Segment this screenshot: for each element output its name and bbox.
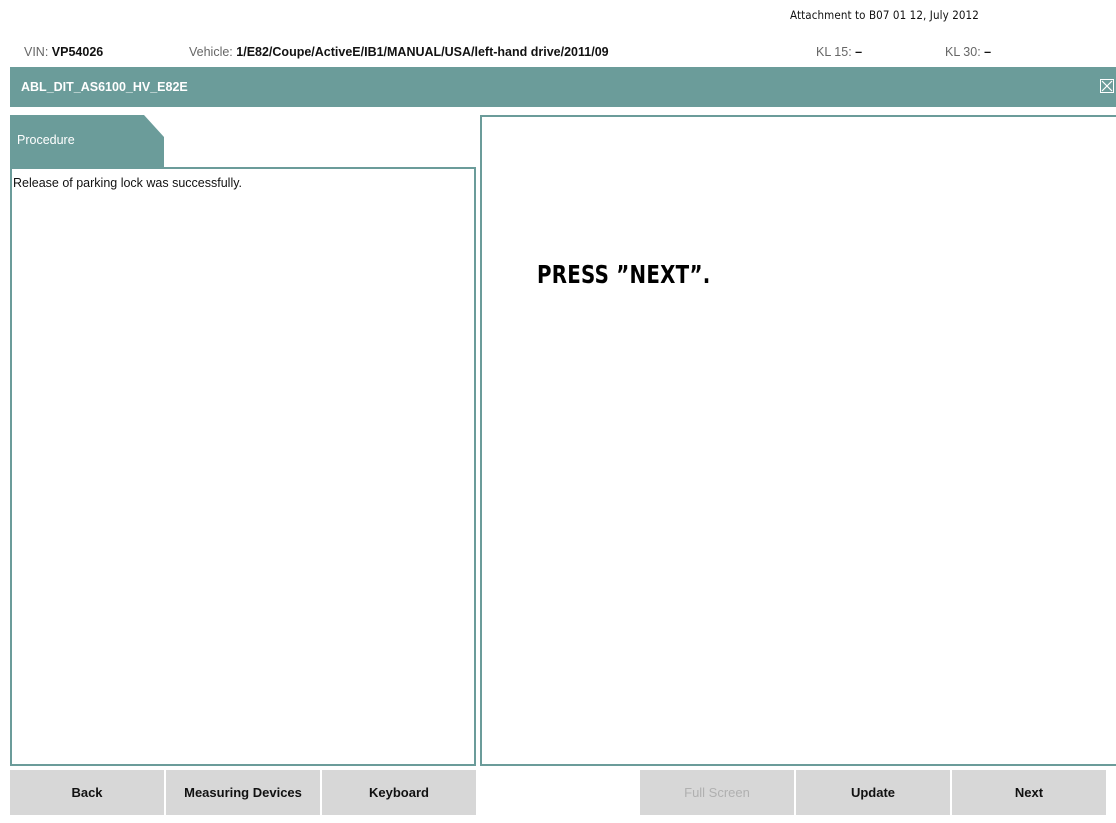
keyboard-button[interactable]: Keyboard xyxy=(322,770,476,815)
vin-value: VP54026 xyxy=(51,45,104,59)
measuring-devices-button[interactable]: Measuring Devices xyxy=(166,770,320,815)
procedure-panel: Release of parking lock was successfully… xyxy=(10,167,476,766)
close-icon[interactable] xyxy=(1100,79,1114,93)
kl30-group: KL 30: – xyxy=(945,45,991,59)
vehicle-label: Vehicle: xyxy=(189,45,233,59)
back-button[interactable]: Back xyxy=(10,770,164,815)
next-button[interactable]: Next xyxy=(952,770,1106,815)
window-title-bar: ABL_DIT_AS6100_HV_E82E xyxy=(10,67,1116,107)
vehicle-info-bar: VIN: VP54026 Vehicle: 1/E82/Coupe/Active… xyxy=(0,42,1116,66)
tab-procedure-label: Procedure xyxy=(17,133,75,147)
kl15-label: KL 15: xyxy=(816,45,852,59)
kl30-label: KL 30: xyxy=(945,45,981,59)
tab-procedure[interactable]: Procedure xyxy=(10,115,164,167)
full-screen-button[interactable]: Full Screen xyxy=(640,770,794,815)
kl15-group: KL 15: – xyxy=(816,45,862,59)
window-title: ABL_DIT_AS6100_HV_E82E xyxy=(21,80,188,94)
update-button[interactable]: Update xyxy=(796,770,950,815)
attachment-note: Attachment to B07 01 12, July 2012 xyxy=(790,8,979,22)
vin-label: VIN: xyxy=(24,45,49,59)
kl30-value: – xyxy=(984,45,992,59)
kl15-value: – xyxy=(855,45,863,59)
vin-group: VIN: VP54026 xyxy=(24,45,103,59)
instruction-text: PRESS ”NEXT”. xyxy=(537,260,711,289)
procedure-text: Release of parking lock was successfully… xyxy=(13,176,243,190)
instruction-panel: PRESS ”NEXT”. xyxy=(480,115,1116,766)
vehicle-value: 1/E82/Coupe/ActiveE/IB1/MANUAL/USA/left-… xyxy=(236,45,609,59)
vehicle-group: Vehicle: 1/E82/Coupe/ActiveE/IB1/MANUAL/… xyxy=(189,45,609,59)
